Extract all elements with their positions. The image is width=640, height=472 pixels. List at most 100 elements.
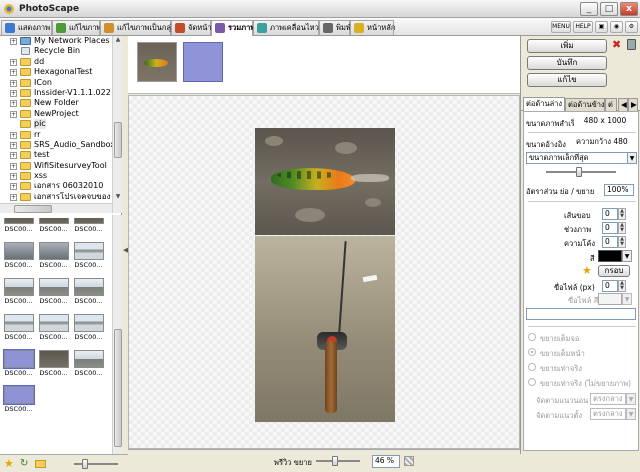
expand-icon[interactable]: + [10, 100, 17, 108]
favorite-star-icon[interactable]: ★ [582, 264, 592, 277]
expand-icon[interactable]: + [10, 110, 17, 118]
frame-button[interactable]: กรอบ [598, 265, 630, 277]
combine-preview-canvas[interactable] [128, 95, 520, 449]
thumbnail-item[interactable]: DSC00... [2, 278, 35, 306]
tree-item[interactable]: pic [0, 119, 112, 130]
thumbnail-item[interactable]: DSC00... [37, 242, 70, 270]
expand-icon[interactable]: + [10, 69, 17, 77]
tree-item[interactable]: + เอกสาร 06032010 [0, 181, 112, 191]
tree-scrollbar[interactable]: ▲ ▼ [112, 36, 122, 213]
scroll-up-icon[interactable]: ▲ [114, 36, 122, 44]
thumbnail-size-slider[interactable] [74, 463, 118, 465]
expand-icon[interactable]: + [10, 38, 17, 45]
radio-actual-no-enlarge[interactable] [528, 378, 536, 386]
valign-select[interactable]: ตรงกลาง [590, 408, 626, 420]
tree-item[interactable]: + WifiSitesurveyTool [0, 161, 112, 171]
tab-scroll-right-icon[interactable]: ▶ [628, 98, 638, 111]
tab-combine[interactable]: รวมภาพ [211, 20, 255, 36]
file-size-input[interactable]: 0 [602, 280, 618, 292]
settings-icon[interactable]: ⚙ [625, 21, 638, 33]
thumbnail-item[interactable]: DSC00... [37, 218, 70, 234]
gap-stepper[interactable]: ▲ ▼ [618, 222, 626, 234]
file-size-stepper[interactable]: ▲ ▼ [618, 280, 626, 292]
tree-hscrollbar[interactable] [0, 203, 112, 213]
tree-hscroll-thumb[interactable] [14, 205, 52, 213]
save-button[interactable]: บันทึก [527, 56, 607, 70]
thumbnail-item[interactable]: DSC00... [72, 242, 105, 270]
screen-capture-icon[interactable]: ▣ [595, 21, 608, 33]
thumbnail-item[interactable]: DSC00... [72, 278, 105, 306]
refresh-icon[interactable]: ↻ [20, 458, 28, 469]
reference-size-select[interactable]: ขนาดภาพเล็กที่สุด [526, 152, 628, 164]
zoom-slider-knob[interactable] [332, 456, 338, 466]
tab-home[interactable]: หน้าหลัก [350, 20, 395, 35]
color-picker-icon[interactable]: ◉ [610, 21, 623, 33]
file-color-dropdown-icon[interactable]: ▼ [622, 293, 632, 305]
reference-slider-knob[interactable] [576, 167, 582, 177]
radio-fit-page[interactable] [528, 348, 536, 356]
selected-image-fish[interactable] [137, 42, 177, 82]
expand-icon[interactable]: + [10, 162, 17, 170]
selected-image-purple[interactable] [183, 42, 223, 82]
round-stepper[interactable]: ▲ ▼ [618, 236, 626, 248]
tab-more[interactable]: ต่ [605, 98, 617, 111]
star-icon[interactable]: ★ [4, 457, 14, 470]
tab-editor[interactable]: แก้ไขภาพ [52, 20, 101, 35]
tab-animated-gif[interactable]: ภาพเคลื่อนไหว [253, 20, 319, 35]
expand-icon[interactable]: + [10, 173, 17, 181]
expand-icon[interactable]: + [10, 131, 17, 139]
halign-select[interactable]: ตรงกลาง [590, 393, 626, 405]
tree-item[interactable]: + New Folder [0, 98, 112, 108]
border-input[interactable]: 0 [602, 208, 618, 220]
border-stepper[interactable]: ▲ ▼ [618, 208, 626, 220]
help-button[interactable]: HELP [573, 21, 593, 33]
expand-icon[interactable]: + [10, 152, 17, 160]
radio-actual-size[interactable] [528, 363, 536, 371]
close-button[interactable]: x [620, 2, 638, 16]
thumbnail-item[interactable]: DSC00... [2, 385, 35, 414]
expand-icon[interactable]: + [10, 79, 17, 87]
thumbnail-item[interactable]: DSC00... [2, 349, 35, 378]
thumbnail-item[interactable]: DSC00... [72, 350, 105, 378]
valign-dropdown-icon[interactable]: ▼ [626, 408, 636, 420]
thumbnail-scroll-thumb[interactable] [114, 329, 122, 447]
tab-batch-editor[interactable]: แก้ไขภาพเป็นกลุ่ม [100, 20, 176, 35]
tree-item[interactable]: + dd [0, 57, 112, 67]
tab-scroll-left-icon[interactable]: ◀ [618, 98, 628, 111]
round-input[interactable]: 0 [602, 236, 618, 248]
trash-icon[interactable] [627, 39, 636, 50]
tree-item[interactable]: Recycle Bin [0, 46, 112, 56]
tab-horizontal[interactable]: ต่อด้านข้าง [565, 98, 605, 111]
thumbnail-item[interactable]: DSC00... [72, 218, 105, 234]
tree-item[interactable]: + NewProject [0, 109, 112, 119]
tree-item[interactable]: + rr [0, 130, 112, 140]
edit-button[interactable]: แก้ไข [527, 73, 607, 87]
tree-item[interactable]: + xss [0, 171, 112, 181]
maximize-button[interactable]: □ [600, 2, 618, 16]
thumbnail-item[interactable]: DSC00... [2, 314, 35, 342]
tab-print[interactable]: พิมพ์ [319, 20, 351, 35]
tree-item[interactable]: + Inssider-V1.1.1.022 [0, 88, 112, 98]
color-dropdown-icon[interactable]: ▼ [622, 250, 632, 262]
thumbnail-item[interactable]: DSC00... [2, 218, 35, 234]
thumbnail-item[interactable]: DSC00... [37, 314, 70, 342]
gap-input[interactable]: 0 [602, 222, 618, 234]
open-folder-icon[interactable] [35, 460, 46, 468]
menu-button[interactable]: MENU [551, 21, 571, 33]
expand-icon[interactable]: + [10, 193, 17, 201]
thumbnail-item[interactable]: DSC00... [37, 278, 70, 306]
tree-scroll-thumb[interactable] [114, 122, 122, 158]
radio-fit-screen[interactable] [528, 333, 536, 341]
scroll-down-icon[interactable]: ▼ [114, 193, 122, 201]
thumbnail-item[interactable]: DSC00... [2, 242, 35, 270]
tree-item[interactable]: + SRS_Audio_Sandbox [0, 140, 112, 150]
tab-vertical[interactable]: ต่อด้านล่าง [523, 97, 565, 111]
expand-icon[interactable]: + [10, 183, 17, 191]
file-text-input[interactable] [526, 308, 636, 320]
tab-viewer[interactable]: แสดงภาพ [1, 20, 52, 35]
tree-item[interactable]: + My Network Places [0, 36, 112, 46]
thumbnail-size-knob[interactable] [82, 459, 88, 469]
chevron-down-icon[interactable]: ▼ [627, 152, 637, 164]
expand-icon[interactable]: + [10, 89, 17, 97]
color-swatch[interactable] [598, 250, 622, 262]
